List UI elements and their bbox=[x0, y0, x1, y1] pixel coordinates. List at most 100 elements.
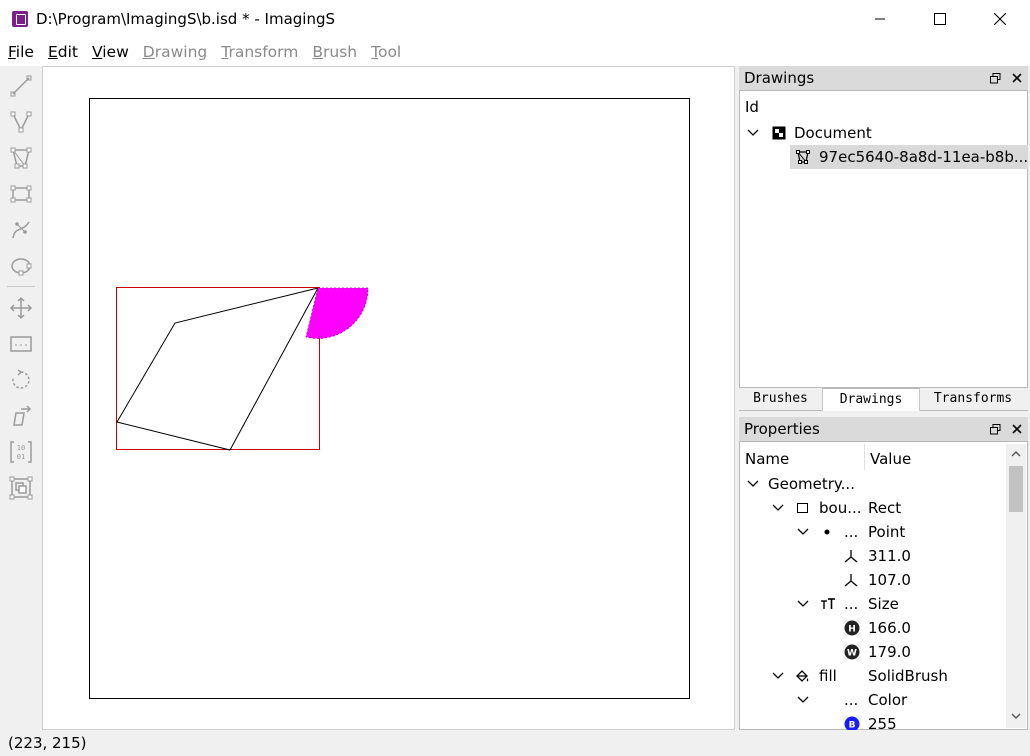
close-icon bbox=[1012, 73, 1022, 83]
menu-view[interactable]: View bbox=[85, 38, 136, 66]
bounds-tool-button[interactable] bbox=[7, 474, 35, 502]
skew-tool-button[interactable] bbox=[7, 402, 35, 430]
tab-drawings[interactable]: Drawings bbox=[823, 388, 920, 411]
property-row[interactable]: 311.0 bbox=[844, 544, 1004, 568]
properties-tree: Name Value Geometry... bou... Rect ... P… bbox=[739, 441, 1028, 733]
svg-text:10: 10 bbox=[17, 444, 25, 452]
property-row[interactable]: W 179.0 bbox=[844, 640, 1004, 664]
rotate-tool-button[interactable] bbox=[7, 366, 35, 394]
float-icon bbox=[989, 423, 1000, 434]
clip-tool-button[interactable] bbox=[7, 330, 35, 358]
column-divider bbox=[864, 444, 865, 470]
height-icon: H bbox=[844, 620, 860, 636]
menu-edit[interactable]: Edit bbox=[41, 38, 85, 66]
fill-bucket-icon bbox=[796, 670, 809, 682]
property-row[interactable]: 107.0 bbox=[844, 568, 1004, 592]
properties-close-button[interactable] bbox=[1006, 417, 1028, 441]
menu-drawing[interactable]: Drawing bbox=[136, 38, 214, 66]
properties-dock-header: Properties bbox=[739, 417, 1028, 441]
app-icon bbox=[12, 11, 28, 27]
properties-float-button[interactable] bbox=[984, 417, 1006, 441]
property-name: ... bbox=[844, 523, 859, 541]
tab-transforms[interactable]: Transforms bbox=[920, 388, 1026, 411]
property-name: ... bbox=[844, 595, 859, 613]
property-value: Color bbox=[868, 691, 908, 709]
menu-file[interactable]: File bbox=[1, 38, 41, 66]
polygon-tool-button[interactable] bbox=[7, 144, 35, 172]
drawings-close-button[interactable] bbox=[1006, 66, 1028, 90]
maximize-icon bbox=[934, 13, 946, 25]
property-row[interactable]: H 166.0 bbox=[844, 616, 1004, 640]
canvas-surface[interactable] bbox=[43, 67, 736, 731]
scrollbar-thumb[interactable] bbox=[1009, 466, 1023, 512]
property-value: 179.0 bbox=[868, 643, 911, 661]
ellipse-tool-button[interactable] bbox=[7, 252, 35, 280]
chevron-down-icon bbox=[797, 696, 809, 703]
move-tool-button[interactable] bbox=[7, 294, 35, 322]
axis-y-icon bbox=[844, 574, 858, 587]
maximize-button[interactable] bbox=[910, 0, 970, 38]
polyline-tool-button[interactable] bbox=[7, 108, 35, 136]
matrix-tool-icon: 1001 bbox=[10, 441, 32, 463]
cursor-coordinates: (223, 215) bbox=[8, 734, 87, 752]
chevron-down-icon bbox=[747, 129, 759, 136]
property-row[interactable]: ... Point bbox=[795, 520, 1005, 544]
drawings-column-header: Id bbox=[745, 98, 759, 116]
property-name: bou... bbox=[819, 499, 862, 517]
property-row[interactable]: ... Size bbox=[795, 592, 1005, 616]
polyline-tool-icon bbox=[10, 111, 32, 133]
chevron-down-icon bbox=[772, 672, 784, 679]
svg-text:W: W bbox=[847, 649, 857, 659]
tab-brushes[interactable]: Brushes bbox=[739, 388, 823, 411]
properties-scrollbar[interactable] bbox=[1006, 444, 1026, 728]
property-row[interactable]: fill SolidBrush bbox=[770, 664, 1005, 688]
menu-transform[interactable]: Transform bbox=[214, 38, 305, 66]
property-name: ... bbox=[844, 691, 859, 709]
svg-text:01: 01 bbox=[17, 453, 25, 461]
scroll-down-icon bbox=[1011, 713, 1021, 719]
drawings-tree: Id Document 97ec5640-8a8d-11ea-b8b... bbox=[739, 90, 1028, 388]
line-tool-icon bbox=[10, 75, 32, 97]
menu-brush[interactable]: Brush bbox=[305, 38, 364, 66]
property-name: fill bbox=[819, 667, 837, 685]
drawings-float-button[interactable] bbox=[984, 66, 1006, 90]
float-icon bbox=[989, 72, 1000, 83]
property-value: 311.0 bbox=[868, 547, 911, 565]
tree-item-document[interactable]: Document bbox=[745, 121, 1025, 145]
title-bar: D:\Program\ImagingS\b.isd * - ImagingS bbox=[0, 0, 1030, 38]
close-icon bbox=[994, 13, 1006, 25]
property-value: 107.0 bbox=[868, 571, 911, 589]
property-row[interactable]: Geometry... bbox=[745, 472, 1005, 496]
curve-tool-button[interactable] bbox=[7, 216, 35, 244]
close-button[interactable] bbox=[970, 0, 1030, 38]
minimize-icon bbox=[875, 18, 885, 20]
window-title: D:\Program\ImagingS\b.isd * - ImagingS bbox=[36, 10, 335, 28]
property-row[interactable]: bou... Rect bbox=[770, 496, 1005, 520]
minimize-button[interactable] bbox=[850, 0, 910, 38]
width-icon: W bbox=[844, 644, 860, 660]
drawings-dock-title: Drawings bbox=[744, 69, 815, 87]
tool-bar: 10 01 bbox=[0, 66, 42, 730]
close-icon bbox=[1012, 424, 1022, 434]
line-tool-button[interactable] bbox=[7, 72, 35, 100]
chevron-down-icon bbox=[747, 480, 759, 487]
skew-tool-icon bbox=[13, 405, 32, 426]
polygon-drawing-icon bbox=[796, 150, 810, 164]
chevron-down-icon bbox=[797, 600, 809, 607]
document-icon bbox=[772, 126, 786, 140]
drawing-canvas[interactable] bbox=[42, 66, 735, 730]
rect-icon bbox=[797, 503, 808, 513]
chevron-down-icon bbox=[772, 504, 784, 511]
menu-tool[interactable]: Tool bbox=[364, 38, 408, 66]
property-row[interactable]: ... Color bbox=[795, 688, 1005, 712]
tree-item-drawing[interactable]: 97ec5640-8a8d-11ea-b8b... bbox=[790, 145, 1028, 169]
property-value: 166.0 bbox=[868, 619, 911, 637]
properties-column-name: Name bbox=[745, 450, 790, 468]
axis-x-icon bbox=[844, 550, 858, 563]
svg-text:B: B bbox=[849, 721, 856, 731]
tree-item-document-label: Document bbox=[794, 124, 872, 142]
matrix-tool-button[interactable]: 10 01 bbox=[7, 438, 35, 466]
dock-tabs: Brushes Drawings Transforms bbox=[739, 388, 1028, 411]
rectangle-tool-button[interactable] bbox=[7, 180, 35, 208]
properties-dock-title: Properties bbox=[744, 420, 820, 438]
